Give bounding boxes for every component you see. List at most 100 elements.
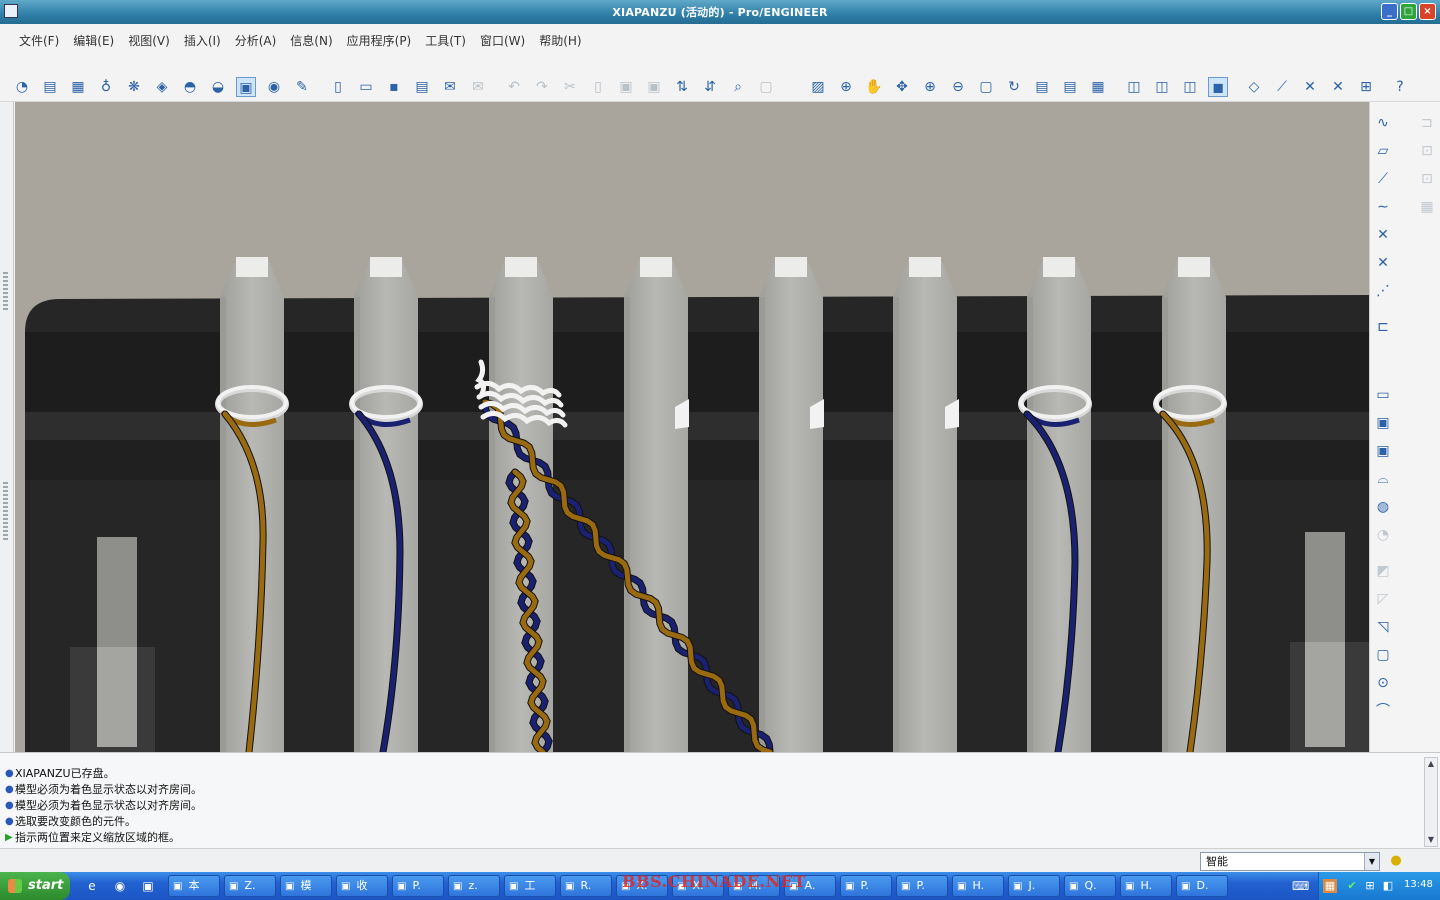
insert-component-icon[interactable]: ▣	[1372, 412, 1394, 434]
render-setup-icon[interactable]: ◓	[180, 77, 200, 97]
message-scrollbar[interactable]: ▲ ▼	[1424, 757, 1438, 847]
datum-point-icon[interactable]: ✕	[1372, 224, 1394, 246]
layers-icon[interactable]: ▤	[1060, 77, 1080, 97]
show-desktop-icon[interactable]: ▣	[140, 878, 156, 894]
regenerate-icon[interactable]: ⇅	[672, 77, 692, 97]
taskbar-window-button[interactable]: ▣ P.	[840, 875, 892, 897]
secondary-tool-icon[interactable]: ⊡	[1416, 140, 1438, 162]
render-icon[interactable]: ◒	[208, 77, 228, 97]
secondary-tool-icon[interactable]: ⊐	[1416, 112, 1438, 134]
taskbar-window-button[interactable]: ▣ Z.	[224, 875, 276, 897]
app-icon[interactable]	[4, 4, 18, 18]
room-icon[interactable]: ❋	[124, 77, 144, 97]
paste-special-icon[interactable]: ▣	[644, 77, 664, 97]
merge-icon[interactable]: ◍	[1372, 496, 1394, 518]
menu-applications[interactable]: 应用程序(P)	[340, 32, 419, 49]
copy-component-icon[interactable]: ▣	[1372, 440, 1394, 462]
copy-icon[interactable]: ▯	[588, 77, 608, 97]
chevron-down-icon[interactable]: ▼	[1364, 853, 1379, 870]
reorient-icon[interactable]: ↻	[1004, 77, 1024, 97]
render-region-icon[interactable]: ▣	[236, 77, 256, 97]
open-file-icon[interactable]: ▭	[356, 77, 376, 97]
new-file-icon[interactable]: ▯	[328, 77, 348, 97]
saved-views-icon[interactable]: ▤	[1032, 77, 1052, 97]
menu-help[interactable]: 帮助(H)	[532, 32, 588, 49]
hole-icon[interactable]: ⊙	[1372, 672, 1394, 694]
round-icon[interactable]: ◔	[1372, 524, 1394, 546]
taskbar-window-button[interactable]: ▣ A.	[784, 875, 836, 897]
quicklaunch-icon[interactable]: ◉	[112, 878, 128, 894]
keyboard-icon[interactable]: ⌨	[1292, 879, 1309, 893]
photo-render-icon[interactable]: ◉	[264, 77, 284, 97]
no-hidden-icon[interactable]: ◫	[1180, 77, 1200, 97]
scene-icon[interactable]: ▤	[40, 77, 60, 97]
datum-axes-icon[interactable]: ⟋	[1272, 77, 1292, 97]
secondary-tool-icon[interactable]: ⊡	[1416, 168, 1438, 190]
zoom-out-icon[interactable]: ⊖	[948, 77, 968, 97]
csys-icon[interactable]: ✕	[1328, 77, 1348, 97]
maximize-button[interactable]: □	[1400, 3, 1417, 20]
refit-icon[interactable]: ▢	[976, 77, 996, 97]
shell-icon[interactable]: ▢	[1372, 644, 1394, 666]
cut-icon[interactable]: ✂	[560, 77, 580, 97]
taskbar-window-button[interactable]: ▣ D.	[1176, 875, 1228, 897]
taskbar-window-button[interactable]: ▣ 工	[504, 875, 556, 897]
dock-grip[interactable]	[3, 482, 8, 542]
menu-view[interactable]: 视图(V)	[121, 32, 177, 49]
pan-icon[interactable]: ✥	[892, 77, 912, 97]
menu-info[interactable]: 信息(N)	[283, 32, 339, 49]
taskbar-window-button[interactable]: ▣ 本	[168, 875, 220, 897]
repaint-icon[interactable]: ▨	[808, 77, 828, 97]
tray-app-icon[interactable]: ▦	[1323, 879, 1337, 893]
selection-filter-icon[interactable]: ▢	[756, 77, 776, 97]
scroll-down-icon[interactable]: ▼	[1425, 834, 1437, 846]
mirror-icon[interactable]: ⌓	[1372, 468, 1394, 490]
regenerate-manager-icon[interactable]: ⇵	[700, 77, 720, 97]
taskbar-window-button[interactable]: ▣ X.	[672, 875, 724, 897]
datum-axis-icon[interactable]: ⟋	[1372, 168, 1394, 190]
close-button[interactable]: ×	[1419, 3, 1436, 20]
security-icon[interactable]: ✔	[1345, 879, 1359, 893]
color-appearance-icon[interactable]: ◔	[12, 77, 32, 97]
menu-window[interactable]: 窗口(W)	[473, 32, 532, 49]
email-attach-icon[interactable]: ✉	[468, 77, 488, 97]
volume-icon[interactable]: ◧	[1381, 879, 1395, 893]
context-help-icon[interactable]: ?	[1390, 77, 1410, 97]
menu-edit[interactable]: 编辑(E)	[66, 32, 121, 49]
sketched-point-icon[interactable]: ✕	[1372, 252, 1394, 274]
taskbar-window-button[interactable]: ▣ P.	[896, 875, 948, 897]
taskbar-window-button[interactable]: ▣ X.	[616, 875, 668, 897]
print-icon[interactable]: ▤	[412, 77, 432, 97]
graphics-window[interactable]	[15, 102, 1369, 752]
hidden-line-icon[interactable]: ◫	[1152, 77, 1172, 97]
taskbar-window-button[interactable]: ▣ H.	[952, 875, 1004, 897]
csys-icon[interactable]: ⊏	[1372, 316, 1394, 338]
offset-point-icon[interactable]: ⋰	[1372, 280, 1394, 302]
menu-insert[interactable]: 插入(I)	[177, 32, 228, 49]
find-icon[interactable]: ⌕	[728, 77, 748, 97]
taskbar-window-button[interactable]: ▣ Q.	[1064, 875, 1116, 897]
email-icon[interactable]: ✉	[440, 77, 460, 97]
taskbar-window-button[interactable]: ▣ R.	[560, 875, 612, 897]
redo-icon[interactable]: ↷	[532, 77, 552, 97]
minimize-button[interactable]: _	[1381, 3, 1398, 20]
start-button[interactable]: start	[0, 872, 70, 900]
analysis-feature-icon[interactable]: ▭	[1372, 384, 1394, 406]
secondary-tool-icon[interactable]: ▦	[1416, 196, 1438, 218]
taskbar-window-button[interactable]: ▣ z.	[448, 875, 500, 897]
lightbulb-icon[interactable]: ●	[1388, 853, 1404, 869]
taskbar-window-button[interactable]: ▣ P.	[392, 875, 444, 897]
scroll-up-icon[interactable]: ▲	[1425, 758, 1437, 770]
network-icon[interactable]: ⊞	[1363, 879, 1377, 893]
brush-icon[interactable]: ✎	[292, 77, 312, 97]
taskbar-window-button[interactable]: ▣ M.	[728, 875, 780, 897]
rib-icon[interactable]: ◹	[1372, 616, 1394, 638]
environment-icon[interactable]: ◈	[152, 77, 172, 97]
taskbar-window-button[interactable]: ▣ 收	[336, 875, 388, 897]
datum-curve-icon[interactable]: ∼	[1372, 196, 1394, 218]
paste-icon[interactable]: ▣	[616, 77, 636, 97]
selection-filter-dropdown[interactable]: 智能 ▼	[1200, 852, 1380, 871]
wireframe-icon[interactable]: ◫	[1124, 77, 1144, 97]
shading-icon[interactable]: ◼	[1208, 77, 1228, 97]
menu-tools[interactable]: 工具(T)	[418, 32, 473, 49]
